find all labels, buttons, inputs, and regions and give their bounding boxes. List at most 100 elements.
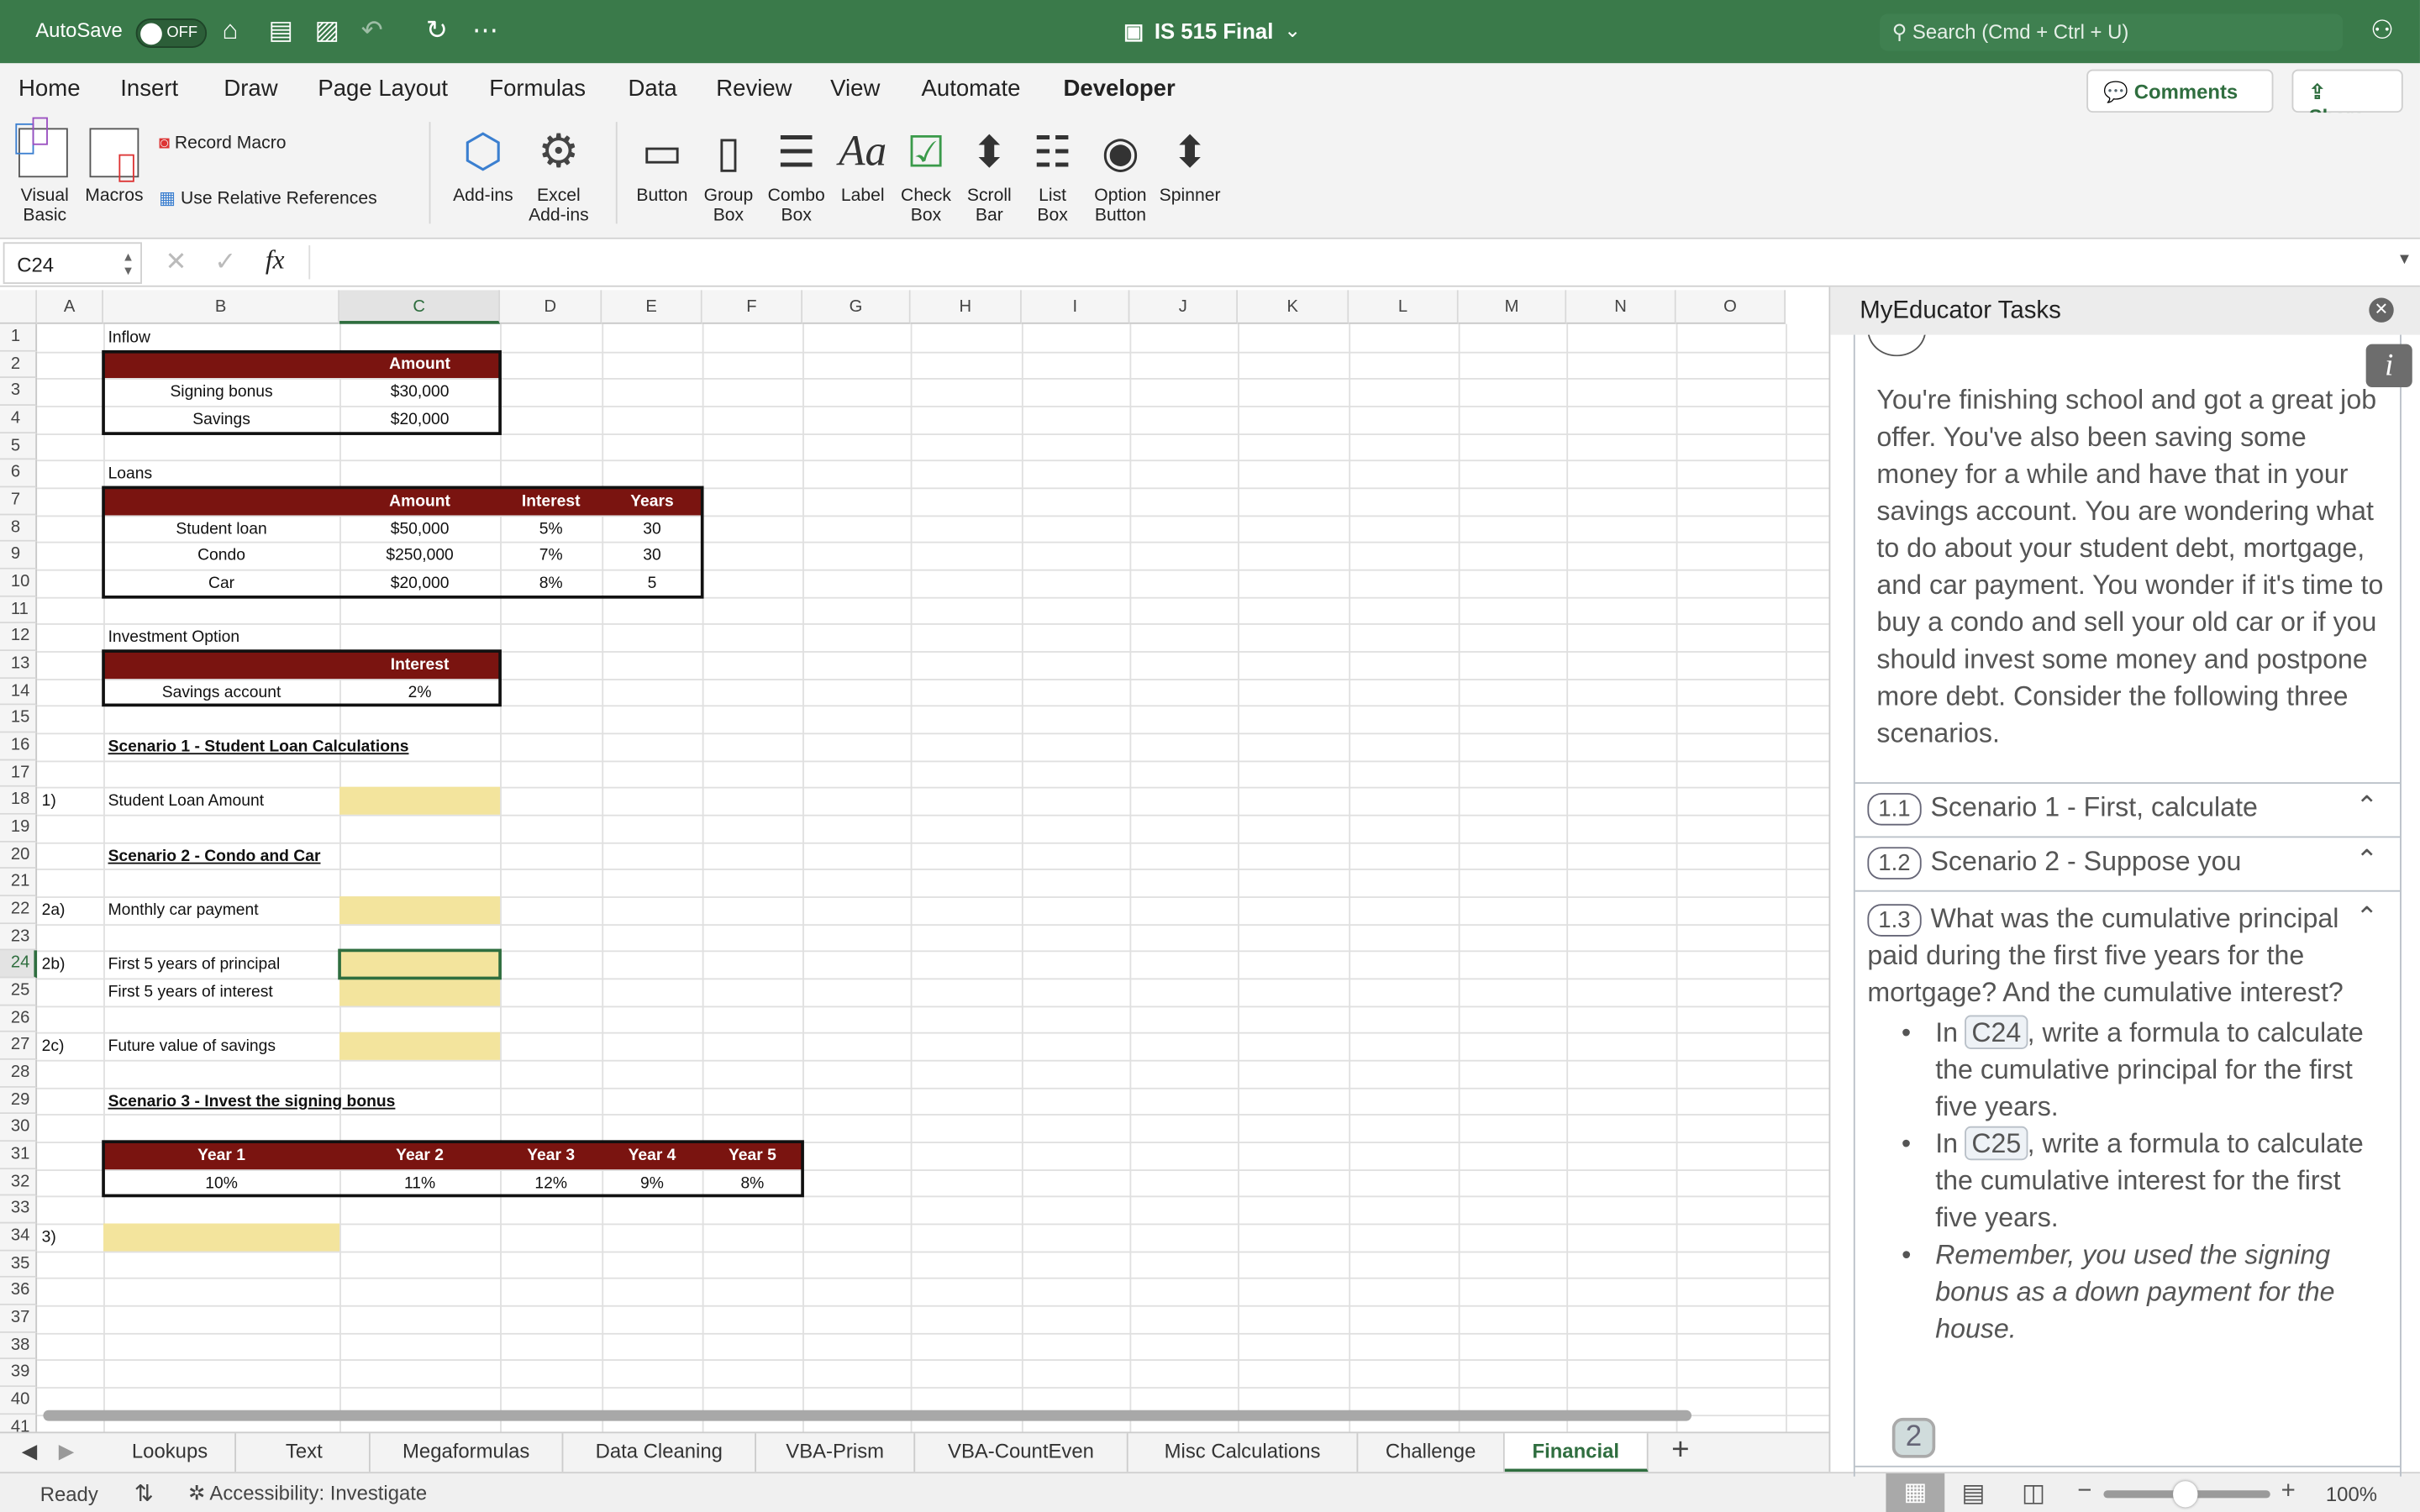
- scroll-right-icon[interactable]: ▶: [59, 1440, 74, 1464]
- row-header-13[interactable]: 13: [0, 651, 38, 679]
- macro-record-icon[interactable]: ⇅: [134, 1479, 154, 1507]
- autosave-toggle[interactable]: OFF: [135, 18, 208, 48]
- row-header-27[interactable]: 27: [0, 1032, 38, 1060]
- cell-B24[interactable]: First 5 years of principal: [103, 951, 285, 978]
- more-icon[interactable]: ⋯: [472, 15, 498, 46]
- column-header-A[interactable]: A: [37, 290, 104, 324]
- row-header-28[interactable]: 28: [0, 1059, 38, 1088]
- cancel-icon[interactable]: ✕: [166, 247, 187, 278]
- cell-D8[interactable]: 5%: [500, 515, 602, 542]
- expand-formula-icon[interactable]: ▼: [2396, 251, 2412, 268]
- cell-B9[interactable]: Condo: [103, 542, 339, 569]
- scroll-left-icon[interactable]: ◀: [22, 1440, 37, 1464]
- home-icon[interactable]: ⌂: [222, 15, 238, 46]
- tab-review[interactable]: Review: [716, 76, 792, 102]
- enter-icon[interactable]: ✓: [214, 247, 236, 278]
- zoom-slider-thumb[interactable]: [2173, 1481, 2198, 1508]
- row-header-1[interactable]: 1: [0, 323, 38, 352]
- cell-D31[interactable]: Year 3: [500, 1142, 602, 1168]
- chevron-up-icon[interactable]: ⌃: [2355, 790, 2378, 822]
- sheet-tab-text[interactable]: Text: [239, 1433, 371, 1473]
- cell-B1[interactable]: Inflow: [103, 324, 155, 351]
- input-cell-C24[interactable]: [339, 951, 501, 979]
- row-header-6[interactable]: 6: [0, 459, 38, 488]
- cell-B22[interactable]: Monthly car payment: [103, 896, 263, 923]
- insert-function-icon[interactable]: fx: [266, 245, 285, 276]
- cell-B10[interactable]: Car: [103, 570, 339, 596]
- sheet-tab-vba-prism[interactable]: VBA-Prism: [756, 1433, 916, 1473]
- cell-E32[interactable]: 9%: [602, 1169, 702, 1196]
- cell-B14[interactable]: Savings account: [103, 679, 339, 706]
- cell-C2[interactable]: Amount: [339, 351, 500, 378]
- row-header-30[interactable]: 30: [0, 1114, 38, 1142]
- column-header-J[interactable]: J: [1129, 290, 1239, 324]
- search-input[interactable]: ⚲ Search (Cmd + Ctrl + U): [1880, 13, 2344, 51]
- zoom-out-icon[interactable]: −: [2077, 1478, 2091, 1506]
- row-header-32[interactable]: 32: [0, 1168, 38, 1197]
- column-header-O[interactable]: O: [1676, 290, 1786, 324]
- save-as-icon[interactable]: ▨: [315, 15, 340, 46]
- input-cell-C27[interactable]: [339, 1032, 501, 1060]
- cell-B27[interactable]: Future value of savings: [103, 1032, 280, 1059]
- row-header-18[interactable]: 18: [0, 787, 38, 815]
- cell-C7[interactable]: Amount: [339, 487, 500, 514]
- input-cell-C18[interactable]: [339, 787, 501, 815]
- cell-A24[interactable]: 2b): [37, 951, 70, 978]
- column-header-F[interactable]: F: [702, 290, 803, 324]
- input-cell-C25[interactable]: [339, 978, 501, 1006]
- row-header-24[interactable]: 24: [0, 951, 38, 979]
- row-header-5[interactable]: 5: [0, 433, 38, 460]
- cell-D7[interactable]: Interest: [500, 487, 602, 514]
- row-header-31[interactable]: 31: [0, 1142, 38, 1169]
- row-header-15[interactable]: 15: [0, 706, 38, 733]
- undo-icon[interactable]: ↶: [361, 15, 383, 46]
- cell-A22[interactable]: 2a): [37, 896, 70, 923]
- cell-B20[interactable]: Scenario 2 - Condo and Car: [103, 842, 325, 869]
- zoom-in-icon[interactable]: +: [2281, 1478, 2296, 1506]
- chevron-up-icon[interactable]: ⌃: [2355, 898, 2378, 935]
- cell-C8[interactable]: $50,000: [339, 515, 500, 542]
- row-header-4[interactable]: 4: [0, 406, 38, 433]
- chevron-down-icon[interactable]: ⌄: [1284, 18, 1301, 43]
- row-header-17[interactable]: 17: [0, 759, 38, 788]
- cell-E9[interactable]: 30: [602, 542, 702, 569]
- sheet-tab-misc-calculations[interactable]: Misc Calculations: [1128, 1433, 1359, 1473]
- row-header-35[interactable]: 35: [0, 1251, 38, 1278]
- row-header-14[interactable]: 14: [0, 678, 38, 706]
- input-cell-C22[interactable]: [339, 896, 501, 924]
- column-header-G[interactable]: G: [802, 290, 911, 324]
- row-header-10[interactable]: 10: [0, 569, 38, 597]
- cell-reference[interactable]: C24: [1965, 1015, 2028, 1049]
- zoom-slider[interactable]: [2103, 1481, 2270, 1508]
- section-1-1[interactable]: 1.1 Scenario 1 - First, calculate ⌃: [1854, 782, 2401, 836]
- row-header-12[interactable]: 12: [0, 623, 38, 652]
- sheet-tab-megaformulas[interactable]: Megaformulas: [371, 1433, 564, 1473]
- name-box[interactable]: C24 ▲ ▼: [3, 242, 142, 284]
- row-header-11[interactable]: 11: [0, 596, 38, 624]
- accessibility-button[interactable]: ✲ Accessibility: Investigate: [188, 1481, 427, 1505]
- use-relative-references-button[interactable]: ▦ Use Relative References: [159, 190, 376, 210]
- cell-B31[interactable]: Year 1: [103, 1142, 339, 1168]
- tab-insert[interactable]: Insert: [120, 76, 178, 102]
- tab-automate[interactable]: Automate: [922, 76, 1021, 102]
- sheet-tab-data-cleaning[interactable]: Data Cleaning: [563, 1433, 756, 1473]
- cell-B25[interactable]: First 5 years of interest: [103, 979, 277, 1005]
- cell-D10[interactable]: 8%: [500, 570, 602, 596]
- cell-E7[interactable]: Years: [602, 487, 702, 514]
- close-icon[interactable]: ✕: [2369, 297, 2394, 323]
- row-header-16[interactable]: 16: [0, 732, 38, 760]
- column-header-D[interactable]: D: [500, 290, 602, 324]
- sheet-tab-challenge[interactable]: Challenge: [1358, 1433, 1505, 1473]
- cell-B6[interactable]: Loans: [103, 460, 157, 487]
- cell-A34[interactable]: 3): [37, 1224, 60, 1251]
- column-header-B[interactable]: B: [103, 290, 340, 324]
- cell-B32[interactable]: 10%: [103, 1169, 339, 1196]
- row-header-9[interactable]: 9: [0, 542, 38, 570]
- zoom-level[interactable]: 100%: [2326, 1483, 2377, 1506]
- row-header-39[interactable]: 39: [0, 1359, 38, 1388]
- comments-button[interactable]: 💬 Comments: [2086, 69, 2274, 113]
- step-2-badge[interactable]: 2: [1891, 1417, 1936, 1458]
- sheet-tab-lookups[interactable]: Lookups: [105, 1433, 237, 1473]
- cell-A27[interactable]: 2c): [37, 1032, 69, 1059]
- row-header-20[interactable]: 20: [0, 842, 38, 869]
